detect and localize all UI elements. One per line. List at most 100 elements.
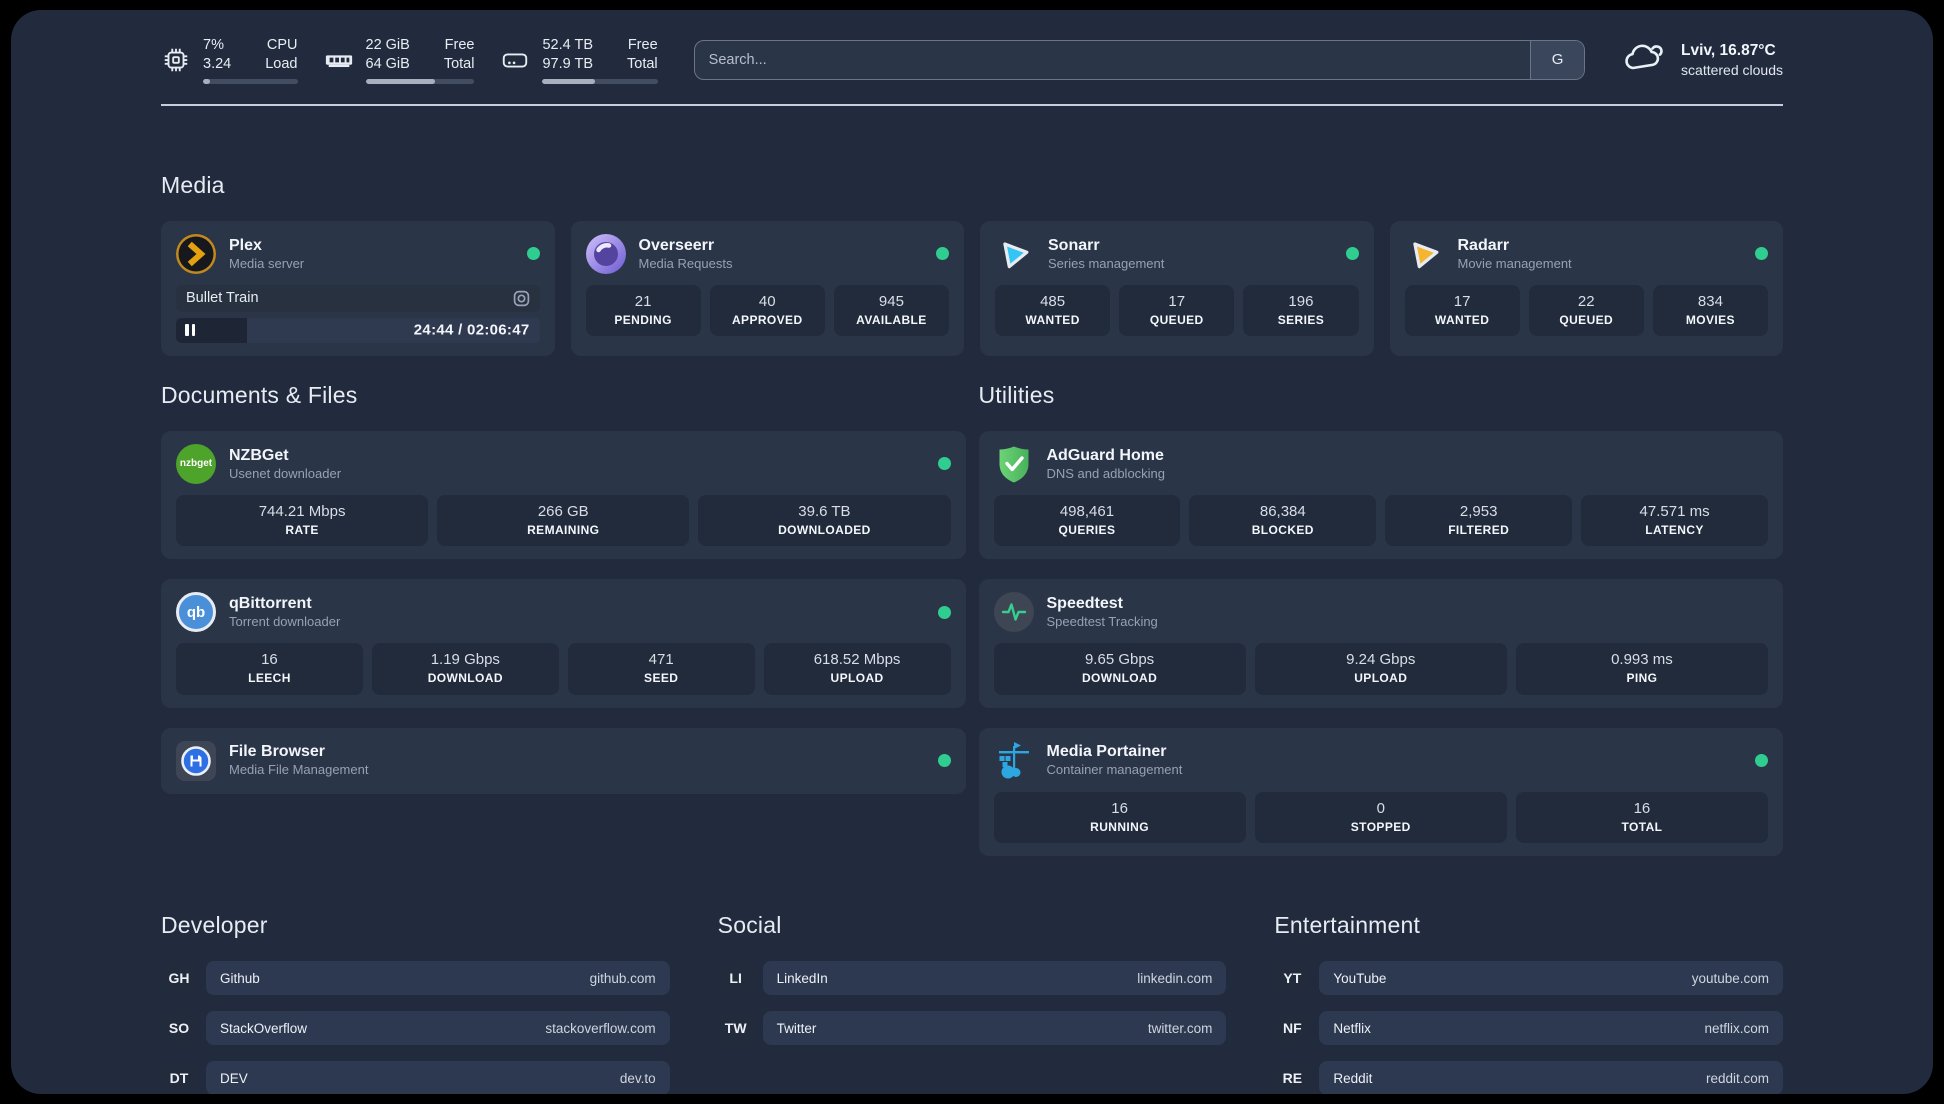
app-card-adguard[interactable]: AdGuard Home DNS and adblocking 498,461 … xyxy=(978,430,1783,560)
bookmark-stackoverflow[interactable]: SO StackOverflow stackoverflow.com xyxy=(161,1011,670,1045)
app-card-sonarr[interactable]: Sonarr Series management 485 WANTED 17 Q… xyxy=(980,220,1374,356)
stat-box: 86,384 BLOCKED xyxy=(1189,494,1377,547)
app-card-portainer[interactable]: Media Portainer Container management 16 … xyxy=(978,727,1783,856)
bookmarks-social: Social LI LinkedIn linkedin.com TW Twitt… xyxy=(717,912,1227,1094)
stat-box: 945 AVAILABLE xyxy=(833,284,950,337)
status-dot xyxy=(1755,247,1768,261)
pause-icon[interactable] xyxy=(185,324,195,337)
cpu-usage: 7% xyxy=(203,37,224,53)
search-input[interactable] xyxy=(694,40,1531,79)
player-progress-bar[interactable]: 24:44 / 02:06:47 xyxy=(176,317,540,343)
bookmark-abbr: TW xyxy=(717,1011,754,1045)
bookmark-twitter[interactable]: TW Twitter twitter.com xyxy=(717,1011,1227,1045)
bookmark-label: DEV xyxy=(220,1070,248,1086)
bookmarks-entertainment: Entertainment YT YouTube youtube.com NF … xyxy=(1274,912,1783,1094)
stat-box: 744.21 Mbps RATE xyxy=(176,494,429,547)
bookmark-netflix[interactable]: NF Netflix netflix.com xyxy=(1274,1011,1783,1045)
bookmark-label: LinkedIn xyxy=(776,970,828,986)
dashboard-window: 7% 3.24 CPU Load 22 GiB 64 GiB Free Tota… xyxy=(11,10,1933,1094)
app-name: Overseerr xyxy=(638,236,715,254)
stat-box: 47.571 ms LATENCY xyxy=(1581,494,1768,547)
ram-total: 64 GiB xyxy=(365,55,410,72)
app-card-plex[interactable]: Plex Media server Bullet Train 24:44 / 0… xyxy=(161,220,555,356)
status-dot xyxy=(526,247,540,261)
weather-widget: Lviv, 16.87°C scattered clouds xyxy=(1623,39,1783,80)
disk-free: 52.4 TB xyxy=(542,37,594,53)
ram-icon xyxy=(324,45,354,75)
player-device-icon xyxy=(513,290,530,307)
bookmark-url: twitter.com xyxy=(1147,1020,1213,1036)
bookmark-reddit[interactable]: RE Reddit reddit.com xyxy=(1274,1061,1783,1094)
stat-box: 0 STOPPED xyxy=(1254,791,1507,843)
stat-box: 39.6 TB DOWNLOADED xyxy=(698,494,951,547)
section-title-utilities: Utilities xyxy=(978,381,1055,408)
media-grid: Plex Media server Bullet Train 24:44 / 0… xyxy=(161,220,1783,356)
status-dot xyxy=(937,605,951,619)
app-card-qbittorrent[interactable]: qb qBittorrent Torrent downloader 16 LEE… xyxy=(161,579,966,708)
nzbget-icon: nzbget xyxy=(176,443,216,484)
ram-progress xyxy=(365,78,475,84)
disk-total: 97.9 TB xyxy=(542,55,594,72)
disk-progress-fill xyxy=(542,78,596,84)
stat-box: 16 LEECH xyxy=(176,643,363,695)
adguard-icon xyxy=(994,444,1034,484)
bookmark-dev[interactable]: DT DEV dev.to xyxy=(161,1061,670,1094)
ram-progress-fill xyxy=(365,78,436,84)
sonarr-icon xyxy=(995,234,1035,274)
app-name: File Browser xyxy=(229,743,326,761)
bookmark-url: stackoverflow.com xyxy=(545,1020,656,1036)
bookmark-url: linkedin.com xyxy=(1137,970,1213,986)
stat-box: 17 WANTED xyxy=(1404,284,1520,337)
bookmarks-developer: Developer GH Github github.com SO StackO… xyxy=(161,912,670,1094)
app-name: AdGuard Home xyxy=(1046,446,1164,464)
documents-column: nzbget NZBGet Usenet downloader 744.21 M… xyxy=(161,430,966,794)
app-name: Sonarr xyxy=(1048,236,1100,254)
utilities-column: AdGuard Home DNS and adblocking 498,461 … xyxy=(978,430,1783,856)
app-card-overseerr[interactable]: Overseerr Media Requests 21 PENDING 40 A… xyxy=(570,220,964,356)
bookmark-url: youtube.com xyxy=(1691,970,1769,986)
bookmark-label: YouTube xyxy=(1333,970,1387,986)
section-title-entertainment: Entertainment xyxy=(1274,912,1421,938)
plex-icon xyxy=(176,233,216,274)
bookmark-abbr: YT xyxy=(1274,961,1311,995)
ram-free: 22 GiB xyxy=(365,37,410,53)
bookmark-abbr: NF xyxy=(1274,1011,1311,1045)
app-desc: Media server xyxy=(229,255,305,271)
portainer-icon xyxy=(994,741,1034,781)
bookmark-url: github.com xyxy=(589,970,656,986)
stat-box: 498,461 QUERIES xyxy=(993,494,1181,547)
app-desc: Torrent downloader xyxy=(229,614,341,629)
qbittorrent-icon: qb xyxy=(176,592,216,633)
now-playing-title: Bullet Train xyxy=(186,290,259,307)
bookmark-label: Reddit xyxy=(1333,1070,1373,1086)
stat-box: 9.65 Gbps DOWNLOAD xyxy=(993,643,1246,695)
app-desc: Media Requests xyxy=(638,255,733,271)
app-card-nzbget[interactable]: nzbget NZBGet Usenet downloader 744.21 M… xyxy=(161,430,966,560)
cpu-progress xyxy=(203,78,298,84)
bookmark-abbr: GH xyxy=(161,961,197,995)
bookmark-label: StackOverflow xyxy=(220,1020,308,1036)
cpu-label-1: CPU xyxy=(266,37,298,53)
app-card-filebrowser[interactable]: File Browser Media File Management xyxy=(161,727,966,794)
radarr-icon xyxy=(1405,234,1445,274)
app-card-radarr[interactable]: Radarr Movie management 17 WANTED 22 QUE… xyxy=(1389,220,1783,356)
stat-box: 471 SEED xyxy=(567,643,755,695)
bookmark-youtube[interactable]: YT YouTube youtube.com xyxy=(1274,961,1783,995)
app-desc: Media File Management xyxy=(229,762,369,778)
disk-progress xyxy=(542,78,658,84)
bookmark-label: Twitter xyxy=(776,1020,817,1036)
search-engine-button[interactable]: G xyxy=(1530,40,1585,79)
stat-box: 9.24 Gbps UPLOAD xyxy=(1254,643,1507,695)
bookmark-linkedin[interactable]: LI LinkedIn linkedin.com xyxy=(717,961,1227,995)
stat-box: 21 PENDING xyxy=(585,284,701,337)
bookmark-github[interactable]: GH Github github.com xyxy=(161,961,670,995)
status-dot xyxy=(1345,247,1359,261)
bookmark-abbr: LI xyxy=(717,961,754,995)
app-card-speedtest[interactable]: Speedtest Speedtest Tracking 9.65 Gbps D… xyxy=(978,579,1783,708)
status-dot xyxy=(936,247,949,261)
app-name: qBittorrent xyxy=(229,595,312,612)
ram-label-1: Free xyxy=(444,37,475,53)
status-dot xyxy=(1755,754,1768,768)
stat-box: 196 SERIES xyxy=(1243,284,1359,337)
app-name: Radarr xyxy=(1457,236,1510,254)
